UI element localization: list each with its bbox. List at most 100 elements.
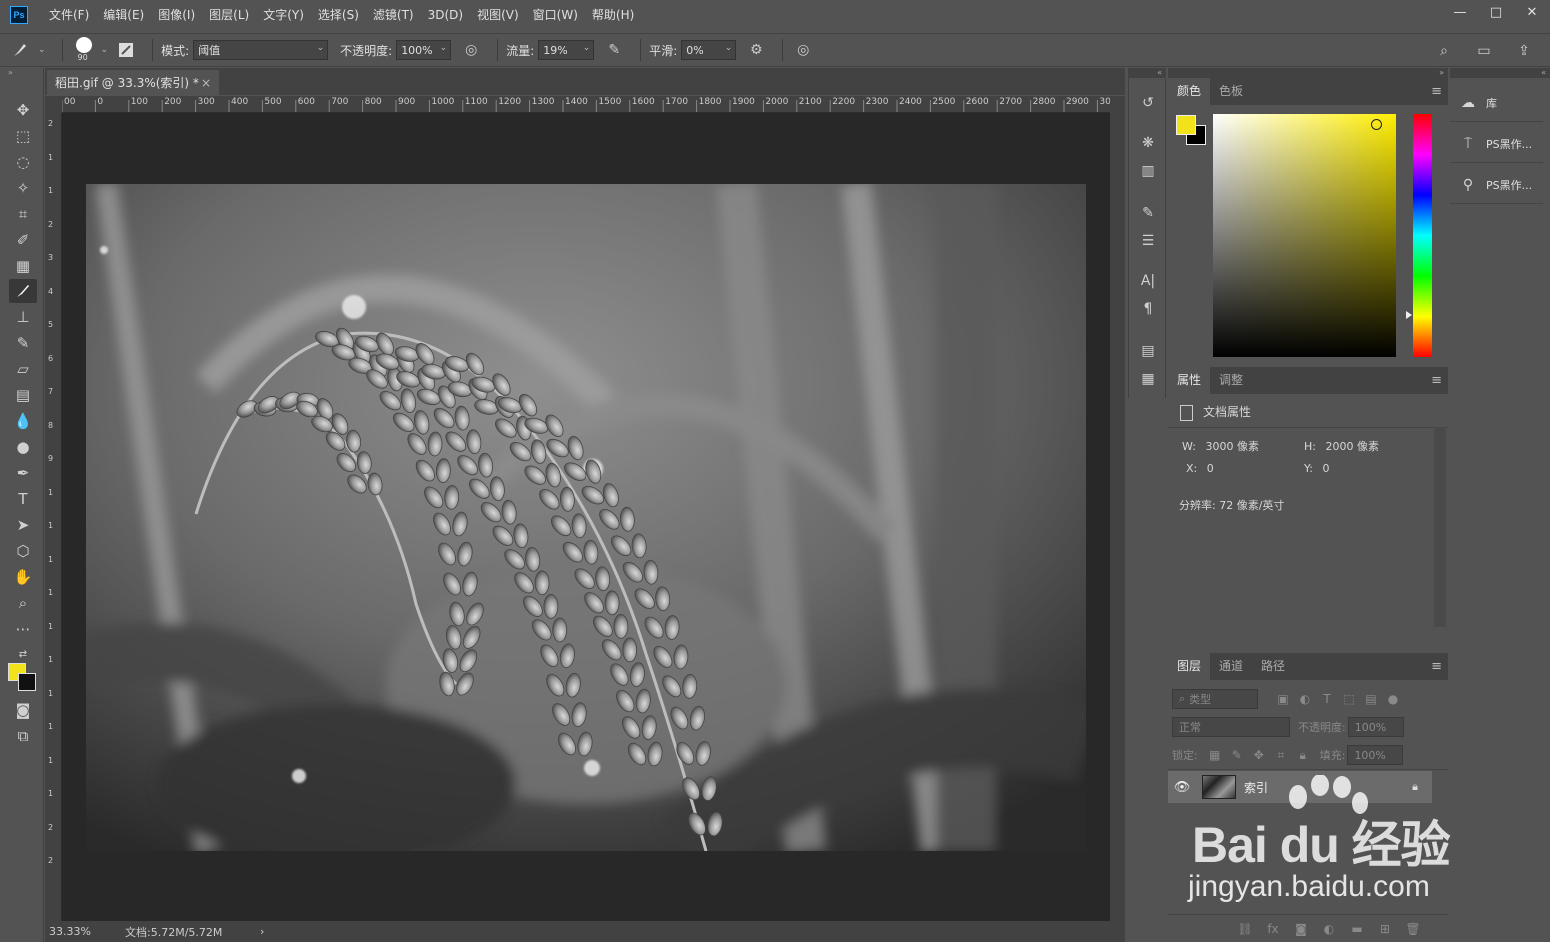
collapse-icon[interactable]: « bbox=[1450, 68, 1550, 78]
smoothing-field[interactable]: 0% ⌄ bbox=[681, 40, 737, 60]
tab-channels[interactable]: 通道 bbox=[1210, 653, 1252, 680]
libraries-item[interactable]: ☁ 库 bbox=[1450, 84, 1543, 122]
menu-view[interactable]: 视图(V) bbox=[470, 0, 526, 30]
path-selection-tool-icon[interactable]: ➤ bbox=[9, 513, 37, 537]
more-tools-icon[interactable]: ⋯ bbox=[9, 617, 37, 641]
zoom-tool-icon[interactable]: ⌕ bbox=[9, 591, 37, 615]
layer-name[interactable]: 索引 bbox=[1244, 779, 1268, 796]
collapse-icon[interactable]: » bbox=[0, 68, 43, 78]
workspace-icon[interactable]: ▭ bbox=[1472, 39, 1496, 63]
shape-tool-icon[interactable]: ⬡ bbox=[9, 539, 37, 563]
menu-3d[interactable]: 3D(D) bbox=[421, 0, 470, 30]
menu-edit[interactable]: 编辑(E) bbox=[96, 0, 151, 30]
screen-mode-icon[interactable]: ⧉ bbox=[9, 724, 37, 748]
new-layer-icon[interactable]: ⊞ bbox=[1374, 919, 1396, 939]
zoom-level[interactable]: 33.33% bbox=[45, 925, 125, 938]
crop-tool-icon[interactable]: ⌗ bbox=[9, 202, 37, 226]
brush-settings-icon[interactable] bbox=[114, 38, 138, 62]
close-window-button[interactable]: ✕ bbox=[1514, 0, 1550, 24]
status-menu-arrow[interactable]: › bbox=[260, 925, 264, 938]
blur-tool-icon[interactable]: 💧 bbox=[9, 409, 37, 433]
lock-position-icon[interactable]: ✥ bbox=[1248, 745, 1270, 765]
library-preset-item[interactable]: ⚲ PS黑作... bbox=[1450, 166, 1543, 204]
foreground-color-swatch[interactable] bbox=[1176, 115, 1196, 135]
actions-icon[interactable]: ▤ bbox=[1137, 340, 1159, 362]
gear-icon[interactable]: ⚙ bbox=[744, 38, 768, 62]
properties-scrollbar[interactable] bbox=[1434, 427, 1446, 627]
menu-select[interactable]: 选择(S) bbox=[311, 0, 366, 30]
blend-mode-select[interactable]: 正常 bbox=[1172, 717, 1290, 737]
layer-opacity-field[interactable]: 100% bbox=[1347, 717, 1404, 737]
layer-style-icon[interactable]: fx bbox=[1262, 919, 1284, 939]
magic-wand-tool-icon[interactable]: ✧ bbox=[9, 176, 37, 200]
y-value[interactable]: 0 bbox=[1322, 462, 1329, 475]
color-field[interactable] bbox=[1213, 114, 1396, 357]
hue-slider[interactable] bbox=[1413, 114, 1432, 357]
visibility-eye-icon[interactable]: 👁︎ bbox=[1168, 780, 1196, 795]
lasso-tool-icon[interactable]: ◌ bbox=[9, 150, 37, 174]
brush-settings-panel-icon[interactable]: ✎ bbox=[1137, 202, 1159, 224]
link-layers-icon[interactable]: ⛓ bbox=[1234, 919, 1256, 939]
character-icon[interactable]: A| bbox=[1137, 270, 1159, 292]
tab-color[interactable]: 颜色 bbox=[1168, 78, 1211, 105]
move-tool-icon[interactable]: ✥ bbox=[9, 98, 37, 122]
height-value[interactable]: 2000 像素 bbox=[1325, 440, 1379, 453]
search-icon[interactable]: ⌕ bbox=[1432, 39, 1456, 63]
airbrush-icon[interactable]: ✎ bbox=[602, 38, 626, 62]
lock-transparency-icon[interactable]: ▦ bbox=[1204, 745, 1226, 765]
new-group-icon[interactable]: ▬ bbox=[1346, 919, 1368, 939]
background-color-swatch[interactable] bbox=[18, 673, 36, 691]
brush-size-picker[interactable]: 90 bbox=[71, 35, 97, 65]
lock-pixels-icon[interactable]: ✎ bbox=[1226, 745, 1248, 765]
document-tab[interactable]: 稻田.gif @ 33.3%(索引) * × bbox=[47, 70, 219, 95]
navigator-icon[interactable]: ❋ bbox=[1137, 132, 1159, 154]
minimize-button[interactable]: — bbox=[1442, 0, 1478, 24]
frame-tool-icon[interactable]: ▦ bbox=[9, 254, 37, 278]
maximize-button[interactable]: □ bbox=[1478, 0, 1514, 24]
chevron-down-icon[interactable]: ⌄ bbox=[101, 45, 109, 55]
paragraph-icon[interactable]: ¶ bbox=[1137, 298, 1159, 320]
lock-artboard-icon[interactable]: ⌗ bbox=[1270, 745, 1292, 765]
marquee-tool-icon[interactable]: ⬚ bbox=[9, 124, 37, 148]
width-value[interactable]: 3000 像素 bbox=[1205, 440, 1259, 453]
menu-layer[interactable]: 图层(L) bbox=[202, 0, 256, 30]
vertical-scrollbar[interactable] bbox=[1110, 96, 1125, 921]
color-swatches[interactable] bbox=[8, 663, 38, 693]
menu-type[interactable]: 文字(Y) bbox=[256, 0, 311, 30]
filter-type-icon[interactable]: T bbox=[1316, 689, 1338, 709]
flow-field[interactable]: 19% ⌄ bbox=[538, 40, 595, 60]
lock-all-icon[interactable]: 🔒︎ bbox=[1292, 745, 1314, 765]
menu-filter[interactable]: 滤镜(T) bbox=[366, 0, 421, 30]
tab-paths[interactable]: 路径 bbox=[1252, 653, 1294, 680]
library-preset-item[interactable]: ⍑ PS黑作... bbox=[1450, 125, 1543, 163]
document-image[interactable] bbox=[86, 184, 1086, 851]
mode-select[interactable]: 阈值 ⌄ bbox=[193, 40, 329, 60]
pressure-size-icon[interactable]: ◎ bbox=[791, 38, 815, 62]
layer-row[interactable]: 👁︎ 索引 🔒︎ bbox=[1168, 771, 1432, 803]
menu-help[interactable]: 帮助(H) bbox=[585, 0, 641, 30]
filter-shape-icon[interactable]: ⬚ bbox=[1338, 689, 1360, 709]
hue-slider-marker[interactable] bbox=[1406, 311, 1412, 319]
color-picker-cursor[interactable] bbox=[1371, 119, 1382, 130]
eraser-tool-icon[interactable]: ▱ bbox=[9, 357, 37, 381]
trash-icon[interactable]: 🗑︎ bbox=[1402, 919, 1424, 939]
layer-filter-select[interactable]: ⌕ 类型 bbox=[1172, 689, 1258, 709]
add-mask-icon[interactable]: ◙ bbox=[1290, 919, 1312, 939]
chevron-down-icon[interactable]: ⌄ bbox=[38, 45, 46, 55]
tab-layers[interactable]: 图层 bbox=[1168, 653, 1211, 680]
stamp-tool-icon[interactable]: ⊥ bbox=[9, 305, 37, 329]
menu-image[interactable]: 图像(I) bbox=[151, 0, 202, 30]
filter-toggle-icon[interactable]: ● bbox=[1382, 689, 1404, 709]
tab-properties[interactable]: 属性 bbox=[1168, 367, 1211, 394]
tab-swatches[interactable]: 色板 bbox=[1210, 78, 1252, 105]
filter-pixel-icon[interactable]: ▣ bbox=[1272, 689, 1294, 709]
adjustments-icon[interactable]: ☰ bbox=[1137, 230, 1159, 252]
pen-tool-icon[interactable]: ✒ bbox=[9, 461, 37, 485]
histogram-icon[interactable]: ▥ bbox=[1137, 160, 1159, 182]
menu-window[interactable]: 窗口(W) bbox=[526, 0, 585, 30]
filter-smart-object-icon[interactable]: ▤ bbox=[1360, 689, 1382, 709]
share-icon[interactable]: ⇪ bbox=[1512, 39, 1536, 63]
tab-adjustments[interactable]: 调整 bbox=[1210, 367, 1252, 394]
opacity-field[interactable]: 100% ⌄ bbox=[396, 40, 452, 60]
brush-tool-icon[interactable] bbox=[9, 279, 37, 303]
